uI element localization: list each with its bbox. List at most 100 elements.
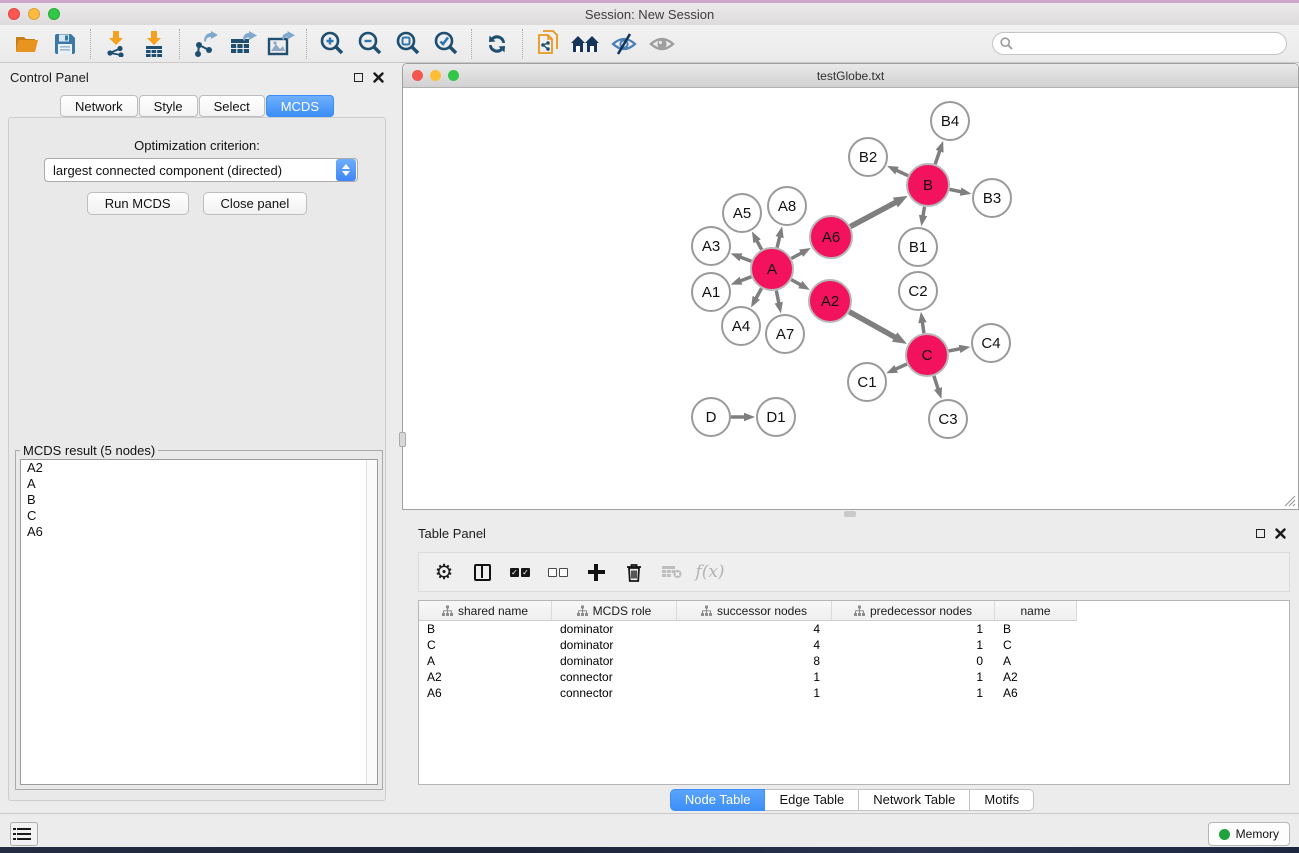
memory-button[interactable]: Memory: [1208, 822, 1290, 846]
table-cell[interactable]: 4: [677, 621, 832, 637]
table-cell[interactable]: 1: [832, 669, 995, 685]
float-panel-icon[interactable]: [354, 73, 363, 82]
open-file-icon[interactable]: [8, 28, 46, 60]
table-cell[interactable]: 1: [832, 685, 995, 701]
graph-node-C2[interactable]: C2: [899, 272, 937, 310]
show-all-icon[interactable]: [643, 28, 681, 60]
zoom-out-icon[interactable]: [351, 28, 389, 60]
panel-edge-handle[interactable]: [399, 432, 406, 447]
table-cell[interactable]: 1: [832, 637, 995, 653]
table-cell[interactable]: connector: [552, 685, 677, 701]
graph-edge-D-D1[interactable]: [731, 413, 755, 421]
graph-edge-B-B1[interactable]: [919, 207, 927, 227]
save-session-icon[interactable]: [46, 28, 84, 60]
new-network-from-selection-icon[interactable]: [529, 28, 567, 60]
tab-network[interactable]: Network: [60, 95, 138, 117]
graph-node-B4[interactable]: B4: [931, 102, 969, 140]
column-header-shared-name[interactable]: shared name: [419, 601, 552, 621]
graph-node-A3[interactable]: A3: [692, 227, 730, 265]
table-row[interactable]: Bdominator41B: [419, 621, 1289, 637]
graph-node-C3[interactable]: C3: [929, 400, 967, 438]
tab-motifs[interactable]: Motifs: [970, 789, 1034, 811]
zoom-in-icon[interactable]: [313, 28, 351, 60]
graph-edge-A6-B[interactable]: [850, 196, 907, 227]
table-row[interactable]: A6connector11A6: [419, 685, 1289, 701]
table-cell[interactable]: A2: [419, 669, 552, 685]
graph-node-B3[interactable]: B3: [973, 179, 1011, 217]
import-network-icon[interactable]: [97, 28, 135, 60]
apply-function-icon[interactable]: f(x): [691, 555, 729, 589]
delete-column-icon[interactable]: [653, 555, 691, 589]
table-cell[interactable]: C: [419, 637, 552, 653]
table-row[interactable]: A2connector11A2: [419, 669, 1289, 685]
select-all-rows-icon[interactable]: ✓✓: [501, 555, 539, 589]
graph-node-C4[interactable]: C4: [972, 324, 1010, 362]
table-cell[interactable]: 4: [677, 637, 832, 653]
optimization-criterion-dropdown[interactable]: largest connected component (directed): [44, 158, 358, 182]
graph-edge-A-A4[interactable]: [751, 288, 761, 307]
zoom-selected-icon[interactable]: [427, 28, 465, 60]
graph-edge-A-A6[interactable]: [791, 248, 810, 259]
graph-edge-B-B3[interactable]: [950, 188, 972, 196]
network-graph[interactable]: B4B2BB3B1A5A8A6A3AA1C2A2A4A7CC4C1C3DD1: [403, 88, 1298, 509]
export-table-icon[interactable]: [224, 28, 262, 60]
result-item[interactable]: A: [21, 476, 377, 492]
resize-grip-icon[interactable]: [1283, 494, 1296, 507]
graph-node-A7[interactable]: A7: [766, 315, 804, 353]
graph-node-A6[interactable]: A6: [810, 216, 852, 258]
tab-node-table[interactable]: Node Table: [670, 789, 766, 811]
graph-node-D[interactable]: D: [692, 398, 730, 436]
deselect-all-rows-icon[interactable]: [539, 555, 577, 589]
tab-mcds[interactable]: MCDS: [266, 95, 334, 117]
graph-node-A4[interactable]: A4: [722, 307, 760, 345]
table-cell[interactable]: A2: [995, 669, 1077, 685]
table-cell[interactable]: connector: [552, 669, 677, 685]
network-canvas[interactable]: B4B2BB3B1A5A8A6A3AA1C2A2A4A7CC4C1C3DD1: [403, 88, 1298, 509]
graph-node-A8[interactable]: A8: [768, 187, 806, 225]
column-header-name[interactable]: name: [995, 601, 1077, 621]
node-table[interactable]: shared nameMCDS rolesuccessor nodesprede…: [418, 600, 1290, 785]
table-cell[interactable]: 1: [677, 685, 832, 701]
graph-node-A5[interactable]: A5: [723, 194, 761, 232]
column-header-successor-nodes[interactable]: successor nodes: [677, 601, 832, 621]
graph-node-A[interactable]: A: [751, 248, 793, 290]
column-header-predecessor-nodes[interactable]: predecessor nodes: [832, 601, 995, 621]
result-item[interactable]: A6: [21, 524, 377, 540]
export-network-icon[interactable]: [186, 28, 224, 60]
graph-node-B1[interactable]: B1: [899, 228, 937, 266]
task-history-button[interactable]: [10, 822, 38, 846]
export-image-icon[interactable]: [262, 28, 300, 60]
add-column-icon[interactable]: [577, 555, 615, 589]
tab-network-table[interactable]: Network Table: [859, 789, 970, 811]
graph-node-A2[interactable]: A2: [809, 280, 851, 322]
graph-edge-A-A5[interactable]: [752, 232, 762, 250]
result-item[interactable]: B: [21, 492, 377, 508]
graph-node-A1[interactable]: A1: [692, 273, 730, 311]
graph-edge-A-A8[interactable]: [776, 226, 784, 247]
table-cell[interactable]: dominator: [552, 621, 677, 637]
zoom-fit-icon[interactable]: [389, 28, 427, 60]
close-table-panel-icon[interactable]: [1275, 528, 1286, 539]
table-cell[interactable]: 8: [677, 653, 832, 669]
table-cell[interactable]: 0: [832, 653, 995, 669]
first-neighbors-icon[interactable]: [567, 28, 605, 60]
table-cell[interactable]: A: [419, 653, 552, 669]
result-item[interactable]: C: [21, 508, 377, 524]
graph-edge-A-A7[interactable]: [775, 291, 783, 314]
float-table-panel-icon[interactable]: [1256, 529, 1265, 538]
network-window-titlebar[interactable]: testGlobe.txt: [403, 64, 1298, 88]
close-panel-icon[interactable]: [373, 72, 384, 83]
result-scrollbar[interactable]: [366, 460, 377, 784]
import-table-icon[interactable]: [135, 28, 173, 60]
table-cell[interactable]: B: [419, 621, 552, 637]
tab-edge-table[interactable]: Edge Table: [765, 789, 859, 811]
graph-edge-A-A1[interactable]: [731, 277, 752, 285]
delete-table-icon[interactable]: [615, 555, 653, 589]
graph-edge-B-B4[interactable]: [935, 141, 943, 164]
graph-edge-A2-C[interactable]: [849, 312, 907, 344]
table-cell[interactable]: C: [995, 637, 1077, 653]
table-cell[interactable]: 1: [832, 621, 995, 637]
graph-node-B[interactable]: B: [907, 164, 949, 206]
result-item[interactable]: A2: [21, 460, 377, 476]
graph-edge-A-A3[interactable]: [731, 253, 752, 261]
